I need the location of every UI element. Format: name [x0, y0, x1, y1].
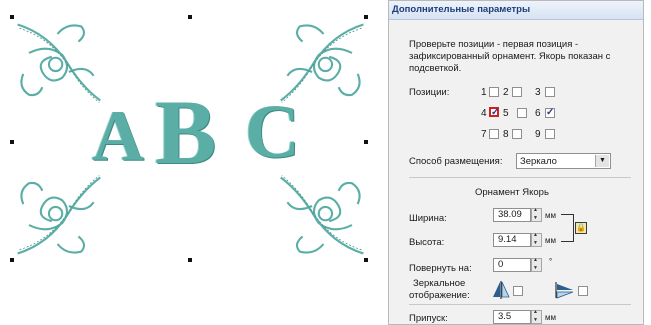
- ornament-top-left[interactable]: [10, 15, 105, 110]
- letter-c[interactable]: C: [245, 94, 300, 170]
- position-number: 2: [503, 87, 509, 98]
- position-number: 7: [481, 129, 487, 140]
- width-unit: мм: [545, 211, 556, 220]
- divider: [409, 177, 631, 178]
- position-checkbox-3[interactable]: [545, 87, 555, 97]
- position-number: 4: [481, 108, 487, 119]
- ornament-bottom-left[interactable]: [10, 168, 105, 263]
- placement-value: Зеркало: [520, 156, 557, 167]
- selection-handle[interactable]: [188, 15, 192, 19]
- divider: [409, 304, 631, 305]
- chevron-down-icon[interactable]: ▼: [595, 155, 609, 167]
- placement-label: Способ размещения:: [409, 156, 503, 167]
- gap-input[interactable]: 3.5: [493, 310, 531, 324]
- section-title: Орнамент Якорь: [475, 187, 549, 198]
- mirror-vertical-checkbox[interactable]: [578, 286, 588, 296]
- gap-spinner[interactable]: [531, 309, 542, 324]
- height-spinner[interactable]: [531, 232, 542, 247]
- gap-label: Припуск:: [409, 313, 448, 324]
- mirror-horizontal-icon[interactable]: [491, 281, 511, 299]
- width-spinner[interactable]: [531, 207, 542, 222]
- panel-title: Дополнительные параметры: [389, 1, 643, 20]
- position-checkbox-5[interactable]: [517, 108, 527, 118]
- position-checkbox-6[interactable]: ✓: [545, 108, 555, 118]
- selection-handle[interactable]: [188, 258, 192, 262]
- position-number: 1: [481, 87, 487, 98]
- position-number: 6: [535, 108, 541, 119]
- position-number: 3: [535, 87, 541, 98]
- position-checkbox-1[interactable]: [489, 87, 499, 97]
- position-checkbox-7[interactable]: [489, 129, 499, 139]
- mirror-label-2: отображение:: [409, 290, 470, 301]
- positions-label: Позиции:: [409, 87, 450, 98]
- lock-bracket: [561, 214, 574, 242]
- design-canvas[interactable]: A B C: [0, 0, 380, 325]
- position-number: 8: [503, 129, 509, 140]
- mirror-vertical-icon[interactable]: [555, 281, 575, 299]
- rotate-input[interactable]: 0: [493, 258, 531, 272]
- selection-handle[interactable]: [10, 140, 14, 144]
- position-checkbox-2[interactable]: [512, 87, 522, 97]
- advanced-settings-panel: Дополнительные параметры Проверьте позиц…: [388, 0, 644, 325]
- ornament-bottom-right[interactable]: [276, 168, 371, 263]
- width-input[interactable]: 38.09: [493, 208, 531, 222]
- width-label: Ширина:: [409, 213, 447, 224]
- lock-icon[interactable]: 🔒: [575, 222, 587, 234]
- letter-a[interactable]: A: [92, 100, 144, 172]
- description-text: Проверьте позиции - первая позиция - заф…: [409, 39, 611, 74]
- gap-unit: мм: [545, 313, 556, 322]
- position-checkbox-4[interactable]: ✓: [489, 107, 499, 118]
- rotate-unit: °: [549, 257, 553, 266]
- mirror-label-1: Зеркальное: [413, 278, 466, 289]
- selection-handle[interactable]: [364, 140, 368, 144]
- letter-b[interactable]: B: [155, 86, 216, 178]
- height-input[interactable]: 9.14: [493, 233, 531, 247]
- placement-select[interactable]: Зеркало ▼: [516, 153, 611, 169]
- position-checkbox-9[interactable]: [545, 129, 555, 139]
- rotate-label: Повернуть на:: [409, 263, 472, 274]
- height-unit: мм: [545, 236, 556, 245]
- position-number: 5: [503, 108, 509, 119]
- mirror-horizontal-checkbox[interactable]: [513, 286, 523, 296]
- rotate-spinner[interactable]: [531, 257, 542, 272]
- height-label: Высота:: [409, 237, 445, 248]
- position-number: 9: [535, 129, 541, 140]
- position-checkbox-8[interactable]: [512, 129, 522, 139]
